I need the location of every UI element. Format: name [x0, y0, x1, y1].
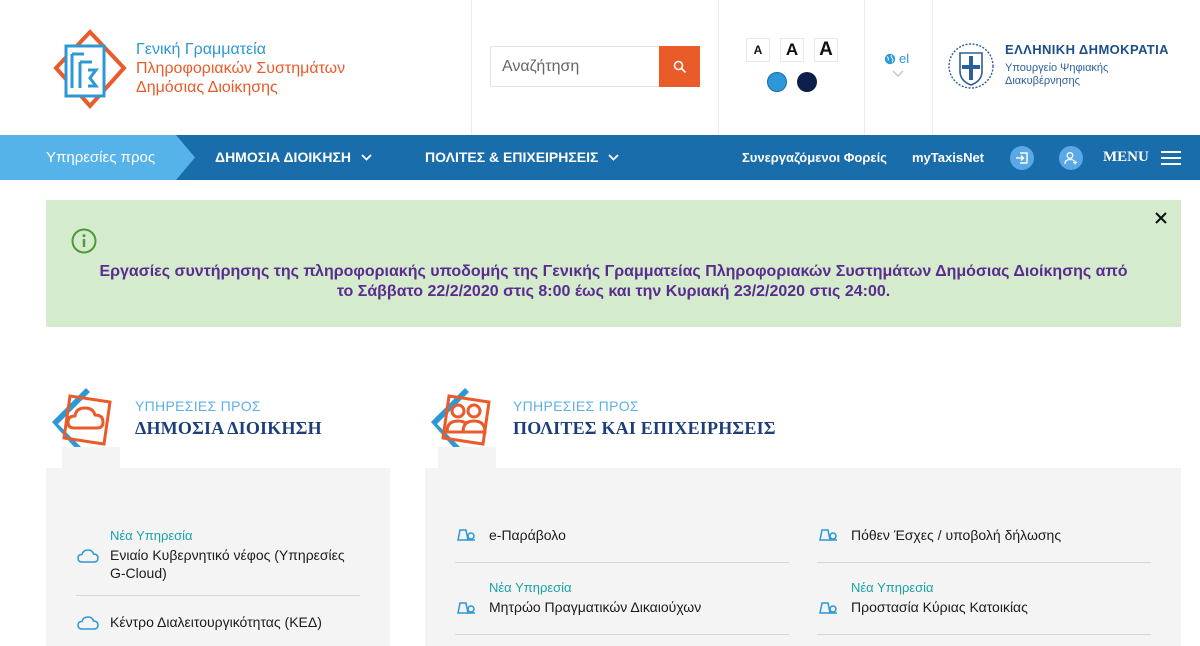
nav-citizens-businesses-label: ΠΟΛΙΤΕΣ & ΕΠΙΧΕΙΡΗΣΕΙΣ: [425, 149, 599, 165]
service-asset-declaration[interactable]: Πόθεν Έσχες / υποβολή δήλωσης: [851, 526, 1151, 544]
nav-mytaxisnet-link[interactable]: myTaxisNet: [912, 150, 984, 165]
chevron-down-icon[interactable]: [892, 70, 904, 78]
new-service-badge: Νέα Υπηρεσία: [851, 580, 934, 595]
login-icon: [1016, 152, 1028, 164]
header-divider: [932, 0, 933, 135]
public-section-kicker: ΥΠΗΡΕΣΙΕΣ ΠΡΟΣ: [135, 398, 261, 414]
service-e-paravolo[interactable]: e-Παράβολο: [489, 526, 779, 544]
public-card-tab: [62, 447, 120, 469]
service-g-cloud[interactable]: Νέα Υπηρεσία Ενιαίο Κυβερνητικό νέφος (Υ…: [110, 528, 360, 582]
alert-message: Εργασίες συντήρησης της πληροφοριακής υπ…: [99, 263, 1128, 300]
search-input[interactable]: [490, 46, 660, 87]
service-name: Πόθεν Έσχες / υποβολή δήλωσης: [851, 527, 1062, 543]
ministry-name-line2: Διακυβέρνησης: [1005, 75, 1080, 87]
services-for-label: Υπηρεσίες προς: [46, 149, 156, 166]
service-name: Μητρώο Πραγματικών Δικαιούχων: [489, 599, 702, 615]
ministry-name-line1: Υπουργείο Ψηφιακής: [1005, 62, 1109, 74]
header-divider: [471, 0, 472, 135]
org-name-line1: Γενική Γραμματεία: [136, 41, 266, 58]
citizens-section-title: ΠΟΛΙΤΕΣ ΚΑΙ ΕΠΙΧΕΙΡΗΣΕΙΣ: [513, 418, 776, 438]
gsis-logo-icon: [53, 29, 127, 109]
login-button[interactable]: [1010, 146, 1034, 170]
new-service-badge: Νέα Υπηρεσία: [110, 528, 193, 543]
greek-emblem-icon: [948, 43, 994, 89]
font-size-medium-button[interactable]: A: [780, 38, 804, 62]
service-interoperability-center[interactable]: Κέντρο Διαλειτουργικότητας (ΚΕΔ): [110, 613, 360, 631]
site-header: Γενική Γραμματεία Πληροφοριακών Συστημάτ…: [0, 0, 1200, 135]
menu-button[interactable]: MENU: [1103, 149, 1181, 166]
maintenance-alert: Εργασίες συντήρησης της πληροφοριακής υπ…: [46, 200, 1181, 327]
document-edit-icon: [819, 602, 837, 614]
close-alert-button[interactable]: [1151, 208, 1171, 228]
document-edit-icon: [819, 529, 837, 541]
user-add-icon: [1064, 152, 1077, 165]
chevron-down-icon: [608, 153, 620, 161]
public-section-title: ΔΗΜΟΣΙΑ ΔΙΟΙΚΗΣΗ: [135, 418, 322, 438]
language-label: el: [899, 51, 910, 66]
service-name: Κέντρο Διαλειτουργικότητας (ΚΕΔ): [110, 614, 322, 630]
font-size-controls: A A A: [746, 38, 838, 64]
nav-public-administration[interactable]: ΔΗΜΟΣΙΑ ΔΙΟΙΚΗΣΗ: [215, 149, 372, 165]
cloud-icon: [77, 549, 99, 563]
org-name-line3: Δημόσιας Διοίκησης: [136, 79, 278, 96]
list-divider: [76, 595, 360, 596]
search-icon: [673, 60, 686, 73]
service-beneficial-owners-registry[interactable]: Νέα Υπηρεσία Μητρώο Πραγματικών Δικαιούχ…: [489, 580, 779, 616]
font-size-large-button[interactable]: A: [814, 38, 838, 62]
globe-icon: [884, 53, 896, 64]
contrast-high-button[interactable]: [797, 72, 817, 92]
menu-label: MENU: [1103, 149, 1149, 165]
info-icon: [71, 228, 97, 254]
service-name: e-Παράβολο: [489, 527, 566, 543]
list-divider: [817, 634, 1151, 635]
service-name: Προστασία Κύριας Κατοικίας: [851, 599, 1028, 615]
service-name: Ενιαίο Κυβερνητικό νέφος (Υπηρεσίες G-Cl…: [110, 547, 345, 581]
org-logo[interactable]: Γενική Γραμματεία Πληροφοριακών Συστημάτ…: [50, 26, 450, 112]
cloud-icon: [77, 616, 99, 630]
list-divider: [455, 562, 789, 563]
list-divider: [455, 634, 789, 635]
gov-title: ΕΛΛΗΝΙΚΗ ΔΗΜΟΚΡΑΤΙΑ: [1005, 42, 1169, 57]
service-primary-residence-protection[interactable]: Νέα Υπηρεσία Προστασία Κύριας Κατοικίας: [851, 580, 1151, 616]
nav-partner-agencies-link[interactable]: Συνεργαζόμενοι Φορείς: [742, 150, 887, 165]
list-divider: [817, 562, 1151, 563]
citizens-section-kicker: ΥΠΗΡΕΣΙΕΣ ΠΡΟΣ: [513, 398, 639, 414]
register-user-button[interactable]: [1059, 146, 1083, 170]
contrast-normal-button[interactable]: [767, 72, 787, 92]
header-divider: [864, 0, 865, 135]
new-service-badge: Νέα Υπηρεσία: [489, 580, 572, 595]
nav-citizens-businesses[interactable]: ΠΟΛΙΤΕΣ & ΕΠΙΧΕΙΡΗΣΕΙΣ: [425, 149, 620, 165]
close-icon: [1155, 212, 1167, 224]
search-button[interactable]: [659, 46, 700, 87]
hamburger-icon: [1160, 150, 1181, 165]
language-selector[interactable]: el: [884, 51, 909, 66]
nav-public-administration-label: ΔΗΜΟΣΙΑ ΔΙΟΙΚΗΣΗ: [215, 149, 351, 165]
org-name-line2: Πληροφοριακών Συστημάτων: [136, 60, 346, 77]
citizens-card-tab: [438, 447, 496, 469]
chevron-down-icon: [361, 153, 372, 161]
document-edit-icon: [457, 602, 475, 614]
ministry-name: Υπουργείο Ψηφιακής Διακυβέρνησης: [1005, 62, 1108, 88]
document-edit-icon: [457, 529, 475, 541]
header-divider: [718, 0, 719, 135]
citizens-services-card: [425, 468, 1181, 646]
font-size-small-button[interactable]: A: [746, 38, 770, 62]
